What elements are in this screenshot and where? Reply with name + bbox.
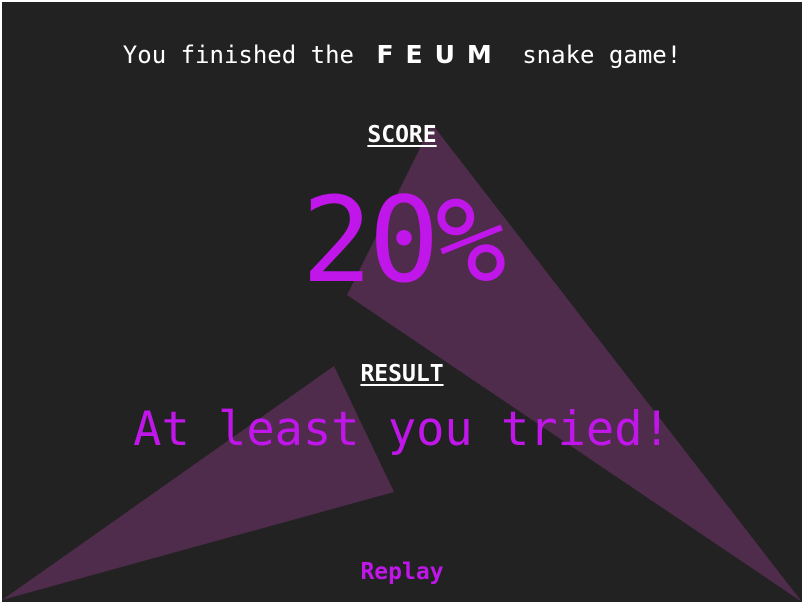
replay-button[interactable]: Replay — [342, 559, 462, 585]
brand-name: FEUM — [376, 40, 504, 69]
intro-suffix: snake game! — [522, 41, 682, 69]
result-label: RESULT — [360, 361, 444, 387]
intro-message: You finished the FEUM snake game! — [2, 40, 802, 69]
result-value: At least you tried! — [133, 402, 671, 457]
score-label: SCORE — [367, 122, 437, 148]
score-value: 20% — [301, 171, 506, 309]
game-over-screen: You finished the FEUM snake game! SCORE … — [2, 2, 802, 602]
intro-prefix: You finished the — [122, 41, 354, 69]
